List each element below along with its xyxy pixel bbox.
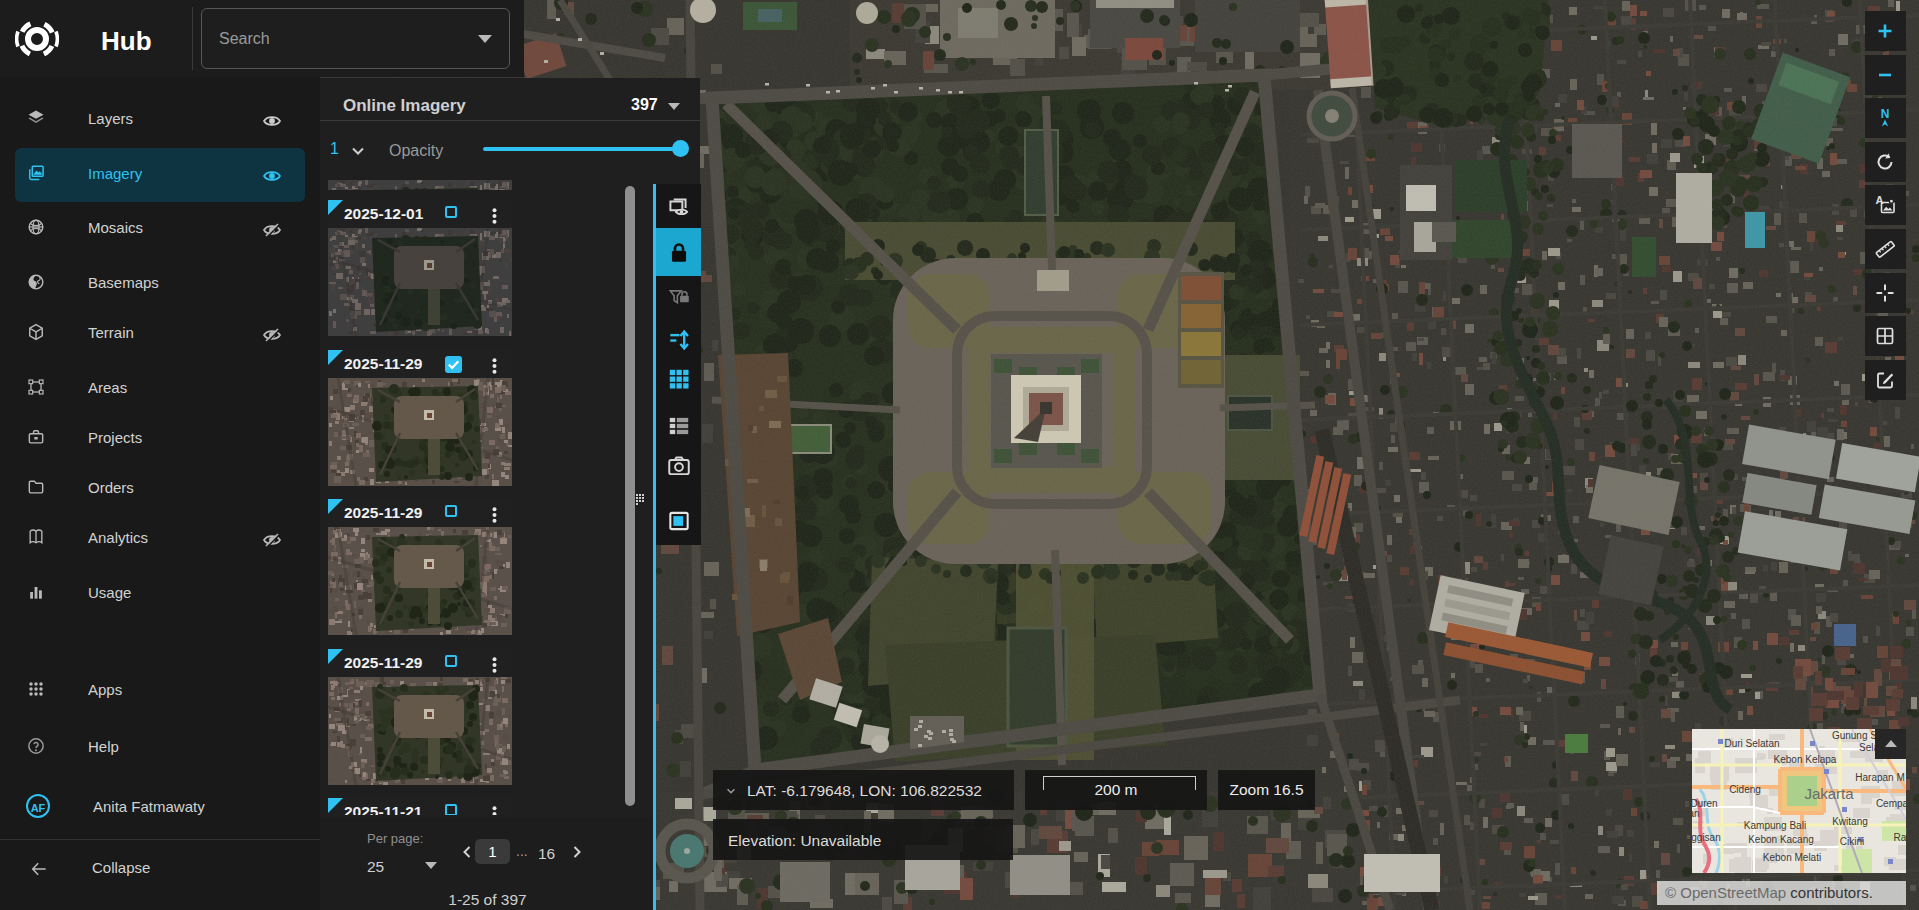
svg-text:Kampung Bali: Kampung Bali xyxy=(1744,820,1806,831)
svg-text:ggisan: ggisan xyxy=(1692,832,1721,843)
svg-text:Harapan M: Harapan M xyxy=(1855,772,1904,783)
svg-text:Cikini: Cikini xyxy=(1840,836,1864,847)
svg-text:A: A xyxy=(1876,194,1884,206)
svg-text:Kebon Kacang: Kebon Kacang xyxy=(1748,834,1814,845)
svg-text:Cempa: Cempa xyxy=(1876,798,1906,809)
svg-text:Kwitang: Kwitang xyxy=(1832,816,1868,827)
svg-text:Jakarta: Jakarta xyxy=(1804,785,1854,802)
svg-text:N: N xyxy=(1881,107,1890,121)
svg-text:Cideng: Cideng xyxy=(1729,784,1761,795)
svg-text:Duri Selatan: Duri Selatan xyxy=(1724,738,1779,749)
svg-text:Kebon Kelapa: Kebon Kelapa xyxy=(1774,754,1837,765)
svg-text:Ra: Ra xyxy=(1894,832,1906,843)
svg-text:Kebon Melati: Kebon Melati xyxy=(1763,852,1821,863)
svg-text:an: an xyxy=(1692,808,1700,819)
